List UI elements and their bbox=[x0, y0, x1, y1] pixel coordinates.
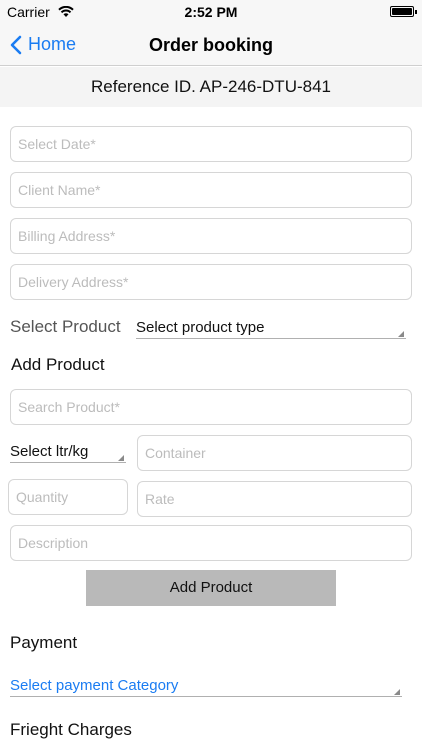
select-date-field[interactable] bbox=[10, 126, 412, 162]
product-type-select[interactable]: Select product type bbox=[136, 319, 406, 339]
add-product-button[interactable]: Add Product bbox=[86, 570, 336, 606]
delivery-address-field[interactable] bbox=[10, 264, 412, 300]
payment-category-select[interactable]: Select payment Category bbox=[10, 677, 402, 697]
billing-address-field[interactable] bbox=[10, 218, 412, 254]
add-product-heading: Add Product bbox=[11, 355, 105, 374]
container-field[interactable] bbox=[137, 435, 412, 471]
navigation-bar: Home Order booking bbox=[0, 24, 422, 66]
unit-select-value: Select ltr/kg bbox=[10, 443, 89, 460]
quantity-field[interactable] bbox=[8, 479, 128, 515]
dropdown-arrow-icon bbox=[394, 689, 400, 695]
dropdown-arrow-icon bbox=[398, 331, 404, 337]
payment-category-value: Select payment Category bbox=[10, 677, 179, 694]
rate-field[interactable] bbox=[137, 481, 412, 517]
search-product-field[interactable] bbox=[10, 389, 412, 425]
page-title: Order booking bbox=[148, 35, 273, 55]
description-field[interactable] bbox=[10, 525, 412, 561]
clock: 2:52 PM bbox=[184, 4, 238, 20]
battery-icon bbox=[390, 6, 417, 17]
client-name-field[interactable] bbox=[10, 172, 412, 208]
reference-id-banner: Reference ID. AP-246-DTU-841 bbox=[0, 67, 422, 107]
payment-label: Payment bbox=[10, 633, 78, 652]
product-type-value: Select product type bbox=[136, 319, 265, 336]
freight-charges-label: Frieght Charges bbox=[10, 720, 132, 739]
select-product-label: Select Product bbox=[10, 317, 121, 336]
dropdown-arrow-icon bbox=[118, 455, 124, 461]
unit-select[interactable]: Select ltr/kg bbox=[10, 443, 126, 463]
status-bar: Carrier 2:52 PM bbox=[0, 0, 422, 24]
